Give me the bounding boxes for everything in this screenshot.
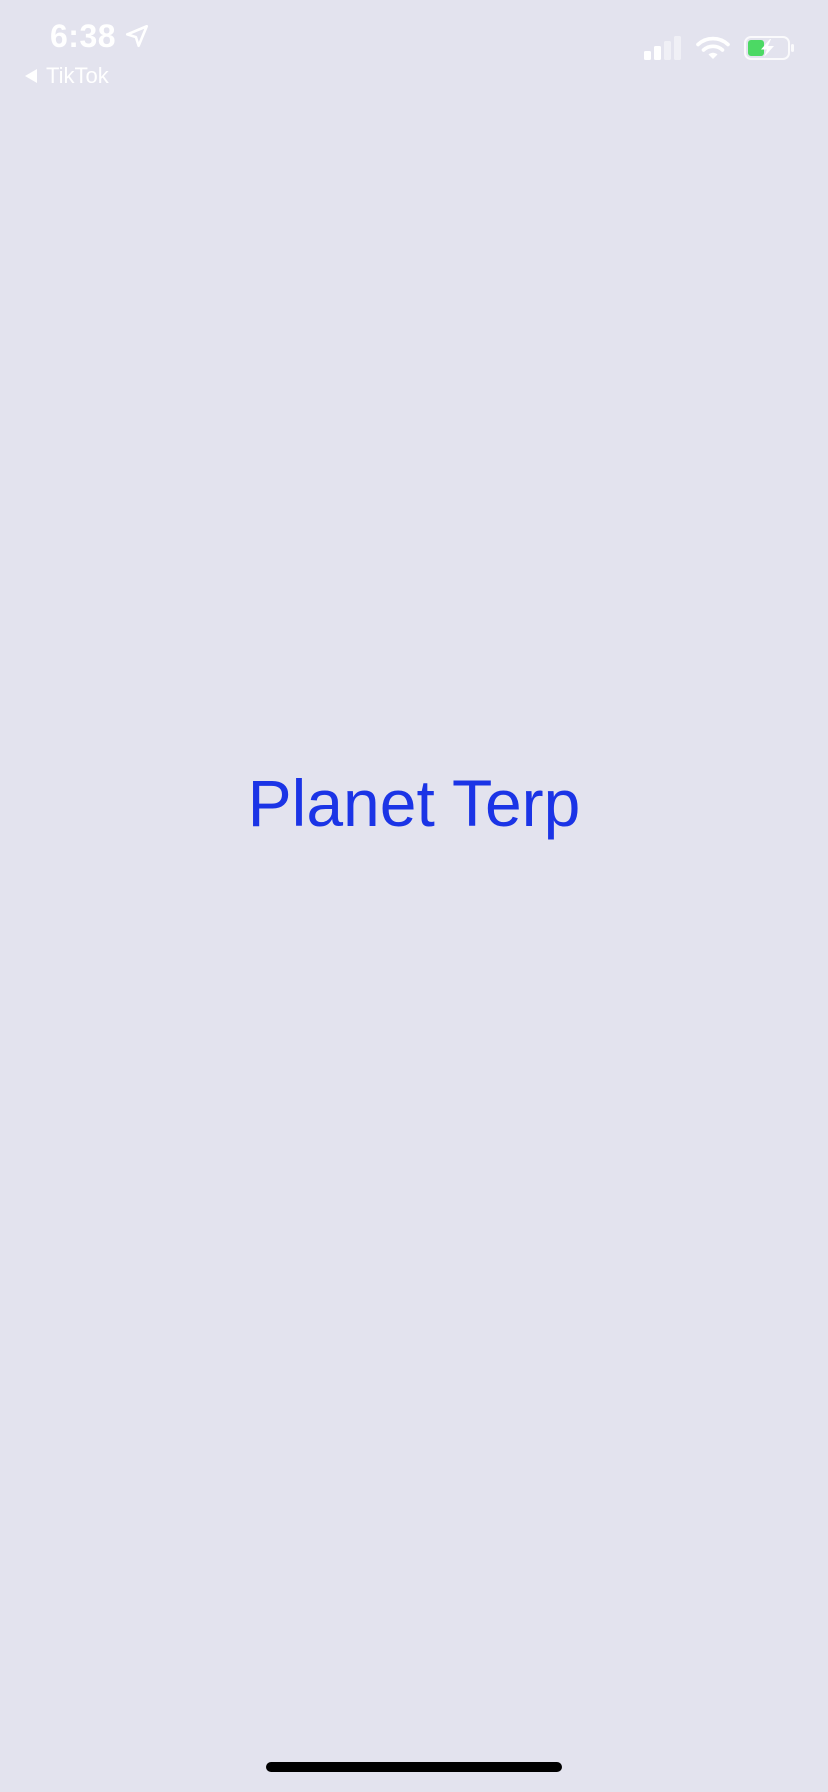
status-bar: 6:38 TikTok bbox=[0, 0, 828, 96]
back-arrow-icon bbox=[25, 69, 37, 83]
back-app-label: TikTok bbox=[46, 63, 109, 88]
status-time-group: 6:38 bbox=[50, 16, 150, 56]
status-indicators bbox=[644, 36, 796, 60]
status-time: 6:38 bbox=[50, 18, 117, 54]
battery-charging-icon bbox=[744, 36, 794, 60]
app-title: Planet Terp bbox=[247, 766, 581, 840]
app-screen: 6:38 TikTok Planet Terp bbox=[0, 0, 828, 1792]
back-to-app-button[interactable]: TikTok bbox=[24, 62, 109, 90]
wifi-icon bbox=[696, 36, 730, 59]
home-indicator[interactable] bbox=[266, 1762, 562, 1772]
location-arrow-icon bbox=[125, 24, 149, 48]
cellular-signal-icon bbox=[644, 36, 681, 60]
